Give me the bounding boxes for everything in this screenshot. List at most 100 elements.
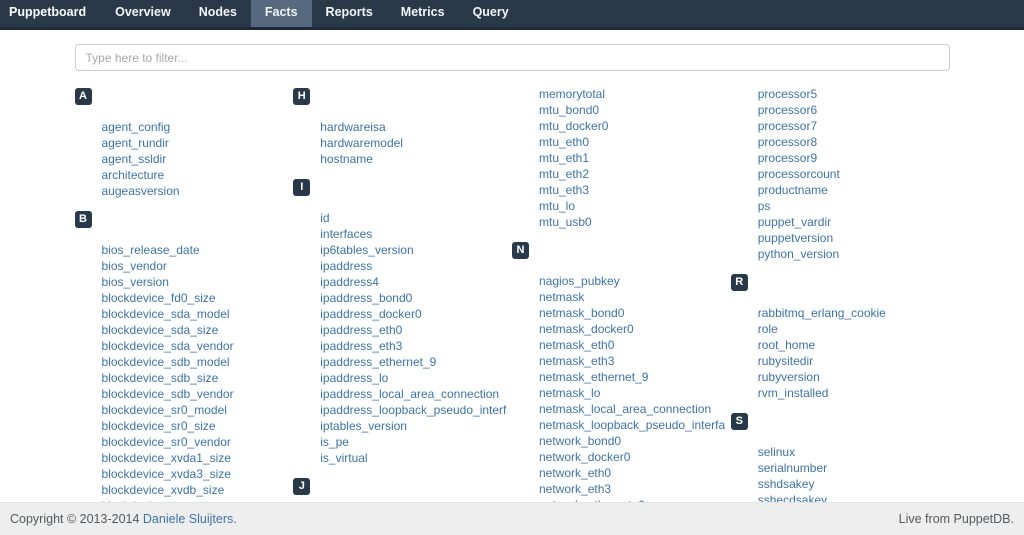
fact-link[interactable]: hardwareisa (320, 120, 385, 134)
fact-link[interactable]: augeasversion (102, 184, 180, 198)
fact-link[interactable]: role (758, 322, 778, 336)
fact-link[interactable]: ipaddress_bond0 (320, 291, 412, 305)
fact-link[interactable]: serialnumber (758, 461, 827, 475)
fact-link[interactable]: root_home (758, 338, 815, 352)
fact-link[interactable]: processor6 (758, 103, 817, 117)
fact-link[interactable]: ps (758, 199, 771, 213)
nav-item-nodes[interactable]: Nodes (185, 0, 251, 27)
fact-link[interactable]: architecture (102, 168, 165, 182)
nav-item-query[interactable]: Query (459, 0, 523, 27)
fact-link[interactable]: mtu_eth1 (539, 151, 589, 165)
fact-link[interactable]: network_docker0 (539, 450, 630, 464)
fact-link[interactable]: mtu_eth0 (539, 135, 589, 149)
fact-item: netmask (539, 289, 731, 305)
fact-link[interactable]: ipaddress (320, 259, 372, 273)
fact-list: agent_config agent_rundir agent_ssldirarch… (75, 119, 294, 199)
fact-link[interactable]: mtu_docker0 (539, 119, 608, 133)
fact-link[interactable]: puppetversion (758, 231, 833, 245)
fact-link[interactable]: netmask_lo (539, 386, 600, 400)
filter-input[interactable] (75, 44, 950, 71)
fact-link[interactable]: ipaddress_lo (320, 371, 388, 385)
fact-link[interactable]: ipaddress_local_area_connection (320, 387, 499, 401)
fact-link[interactable]: mtu_usb0 (539, 215, 592, 229)
fact-link[interactable]: blockdevice_xvdb_size (102, 483, 225, 497)
fact-link[interactable]: netmask_docker0 (539, 322, 634, 336)
fact-link[interactable]: ipaddress_eth0 (320, 323, 402, 337)
fact-link[interactable]: hardwaremodel (320, 136, 403, 150)
fact-link[interactable]: blockdevice_sr0_size (102, 419, 216, 433)
fact-item: puppetversion (758, 230, 950, 246)
fact-link[interactable]: mtu_lo (539, 199, 575, 213)
fact-link[interactable]: nagios_pubkey (539, 274, 620, 288)
fact-link[interactable]: is_virtual (320, 451, 367, 465)
fact-link[interactable]: rvm_installed (758, 386, 829, 400)
fact-link[interactable]: mtu_bond0 (539, 103, 599, 117)
fact-item: mtu_eth3 (539, 182, 731, 198)
fact-link[interactable]: ipaddress_ethernet_9 (320, 355, 436, 369)
fact-link[interactable]: blockdevice_sdb_size (102, 371, 219, 385)
fact-link[interactable]: netmask_loopback_pseudo_interfa (539, 418, 725, 432)
fact-link[interactable]: rubysitedir (758, 354, 813, 368)
fact-link[interactable]: blockdevice_xvda1_size (102, 451, 231, 465)
fact-link[interactable]: bios_version (102, 275, 169, 289)
fact-link[interactable]: blockdevice_xvda3_size (102, 467, 231, 481)
fact-link[interactable]: blockdevice_sr0_vendor (102, 435, 231, 449)
fact-link[interactable]: ip6tables_version (320, 243, 413, 257)
fact-link[interactable]: selinux (758, 445, 795, 459)
fact-link[interactable]: bios_release_date (102, 243, 200, 257)
fact-link[interactable]: network_eth0 (539, 466, 611, 480)
fact-link[interactable]: mtu_eth2 (539, 167, 589, 181)
fact-link[interactable]: netmask (539, 290, 584, 304)
fact-link[interactable]: blockdevice_sdb_vendor (102, 387, 234, 401)
fact-link[interactable]: productname (758, 183, 828, 197)
nav-item-reports[interactable]: Reports (312, 0, 387, 27)
fact-link[interactable]: ipaddress_docker0 (320, 307, 421, 321)
fact-link[interactable]: netmask_eth0 (539, 338, 614, 352)
fact-link[interactable]: blockdevice_sda_size (102, 323, 219, 337)
fact-link[interactable]: hostname (320, 152, 373, 166)
fact-link[interactable]: netmask_ethernet_9 (539, 370, 648, 384)
fact-link[interactable]: python_version (758, 247, 839, 261)
nav-item-facts[interactable]: Facts (251, 0, 312, 27)
brand-link[interactable]: Puppetboard (0, 0, 101, 27)
fact-link[interactable]: mtu_eth3 (539, 183, 589, 197)
fact-link[interactable]: iptables_version (320, 419, 407, 433)
fact-link[interactable]: blockdevice_sda_vendor (102, 339, 234, 353)
fact-link[interactable]: processor7 (758, 119, 817, 133)
fact-link[interactable]: memorytotal (539, 87, 605, 101)
fact-link[interactable]: blockdevice_sda_model (102, 307, 230, 321)
fact-link[interactable]: id (320, 211, 329, 225)
fact-link[interactable]: netmask_eth3 (539, 354, 614, 368)
fact-link[interactable]: blockdevice_sdb_model (102, 355, 230, 369)
fact-link[interactable]: interfaces (320, 227, 372, 241)
fact-link[interactable]: network_bond0 (539, 434, 621, 448)
fact-link[interactable]: sshdsakey (758, 477, 815, 491)
fact-link[interactable]: processor8 (758, 135, 817, 149)
fact-link[interactable]: blockdevice_fd0_size (102, 291, 216, 305)
fact-item: selinux (758, 444, 950, 460)
author-link[interactable]: Daniele Sluijters (143, 512, 233, 526)
fact-link[interactable]: agent_rundir (102, 136, 169, 150)
fact-link[interactable]: processor9 (758, 151, 817, 165)
fact-link[interactable]: is_pe (320, 435, 349, 449)
fact-link[interactable]: puppet_vardir (758, 215, 831, 229)
fact-link[interactable]: netmask_bond0 (539, 306, 624, 320)
fact-link[interactable]: rubyversion (758, 370, 820, 384)
fact-link[interactable]: ipaddress_eth3 (320, 339, 402, 353)
fact-link[interactable]: ipaddress4 (320, 275, 379, 289)
fact-link[interactable]: sshecdsakey (758, 493, 827, 502)
fact-link[interactable]: agent_ssldir (102, 152, 167, 166)
fact-link[interactable]: rabbitmq_erlang_cookie (758, 306, 886, 320)
fact-link[interactable]: bios_vendor (102, 259, 167, 273)
fact-link[interactable]: blockdevice_sr0_model (102, 403, 227, 417)
fact-link[interactable]: processor5 (758, 87, 817, 101)
fact-link[interactable]: processorcount (758, 167, 840, 181)
fact-link[interactable]: network_eth3 (539, 482, 611, 496)
fact-link[interactable]: netmask_local_area_connection (539, 402, 711, 416)
fact-link[interactable]: agent_config (102, 120, 171, 134)
nav-item-metrics[interactable]: Metrics (387, 0, 459, 27)
fact-item: hardwaremodel (320, 135, 512, 151)
fact-list: memorytotal mtu_bond0 mtu_docker0 mtu_eth0m… (512, 86, 731, 230)
nav-item-overview[interactable]: Overview (101, 0, 185, 27)
fact-link[interactable]: ipaddress_loopback_pseudo_interf (320, 403, 506, 417)
